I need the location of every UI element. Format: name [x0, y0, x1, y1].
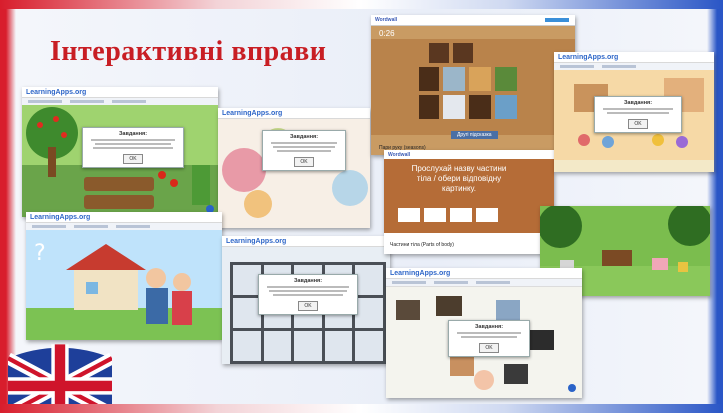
learningapps-logo: LearningApps.org — [226, 237, 287, 245]
svg-text:?: ? — [34, 241, 46, 266]
learningapps-logo: LearningApps.org — [30, 213, 91, 221]
ok-button[interactable]: OK — [479, 343, 499, 353]
ok-button[interactable]: OK — [298, 301, 318, 311]
family-illustration: ? — [26, 230, 222, 340]
learningapps-logo: LearningApps.org — [26, 88, 87, 96]
dialog-title: Завдання: — [623, 100, 653, 106]
ok-button[interactable]: OK — [123, 154, 143, 164]
screenshot-wordwall-bodyparts[interactable]: Wordwall Прослухай назву частини тіла / … — [384, 150, 554, 254]
answer-cards — [398, 208, 498, 222]
screenshot-village[interactable]: LearningApps.org Завдання: OK — [554, 52, 714, 172]
screenshot-wordwall-seasons[interactable]: Wordwall 0:26 Другі підсказка Пари руку … — [371, 15, 575, 155]
slide-title: Інтерактивні вправи — [50, 36, 327, 67]
answer-card[interactable] — [398, 208, 420, 222]
task-dialog: Завдання: OK — [82, 127, 184, 168]
task-dialog: Завдання: OK — [594, 96, 682, 133]
activity-caption: Частини тіла (Parts of body) — [390, 242, 454, 248]
next-button[interactable]: Другі підсказка — [451, 131, 498, 139]
screenshot-paint[interactable]: LearningApps.org Завдання: OK — [218, 108, 370, 228]
task-dialog: Завдання: OK — [258, 274, 358, 315]
dialog-title: Завдання: — [289, 134, 319, 140]
learningapps-logo: LearningApps.org — [222, 109, 283, 117]
screenshot-family[interactable]: LearningApps.org ? — [26, 212, 222, 340]
wordwall-brand: Wordwall — [375, 17, 398, 23]
game-prompt: Прослухай назву частини тіла / обери від… — [411, 164, 507, 193]
task-dialog: Завдання: OK — [262, 130, 346, 171]
screenshot-matching[interactable]: LearningApps.org Завдання: OK — [222, 236, 390, 364]
card-board — [371, 39, 575, 135]
ok-button[interactable]: OK — [628, 119, 648, 129]
dialog-title: Завдання: — [474, 324, 504, 330]
wordwall-brand: Wordwall — [388, 151, 411, 158]
fullscreen-button[interactable] — [568, 384, 576, 392]
answer-card[interactable] — [450, 208, 472, 222]
dialog-title: Завдання: — [118, 131, 148, 137]
answer-card[interactable] — [476, 208, 498, 222]
screenshot-garden[interactable]: LearningApps.org Завдання: OK — [22, 87, 218, 217]
dialog-title: Завдання: — [293, 278, 323, 284]
answer-card[interactable] — [424, 208, 446, 222]
learningapps-logo: LearningApps.org — [558, 53, 619, 61]
uk-flag-icon — [8, 344, 112, 413]
ok-button[interactable]: OK — [294, 157, 314, 167]
screenshot-pictures[interactable]: LearningApps.org Завдання: OK — [386, 268, 582, 398]
game-timer: 0:26 — [379, 29, 395, 38]
task-dialog: Завдання: OK — [448, 320, 530, 357]
slide: Інтерактивні вправи LearningApps.org Зав… — [0, 0, 723, 413]
learningapps-logo: LearningApps.org — [390, 269, 451, 277]
